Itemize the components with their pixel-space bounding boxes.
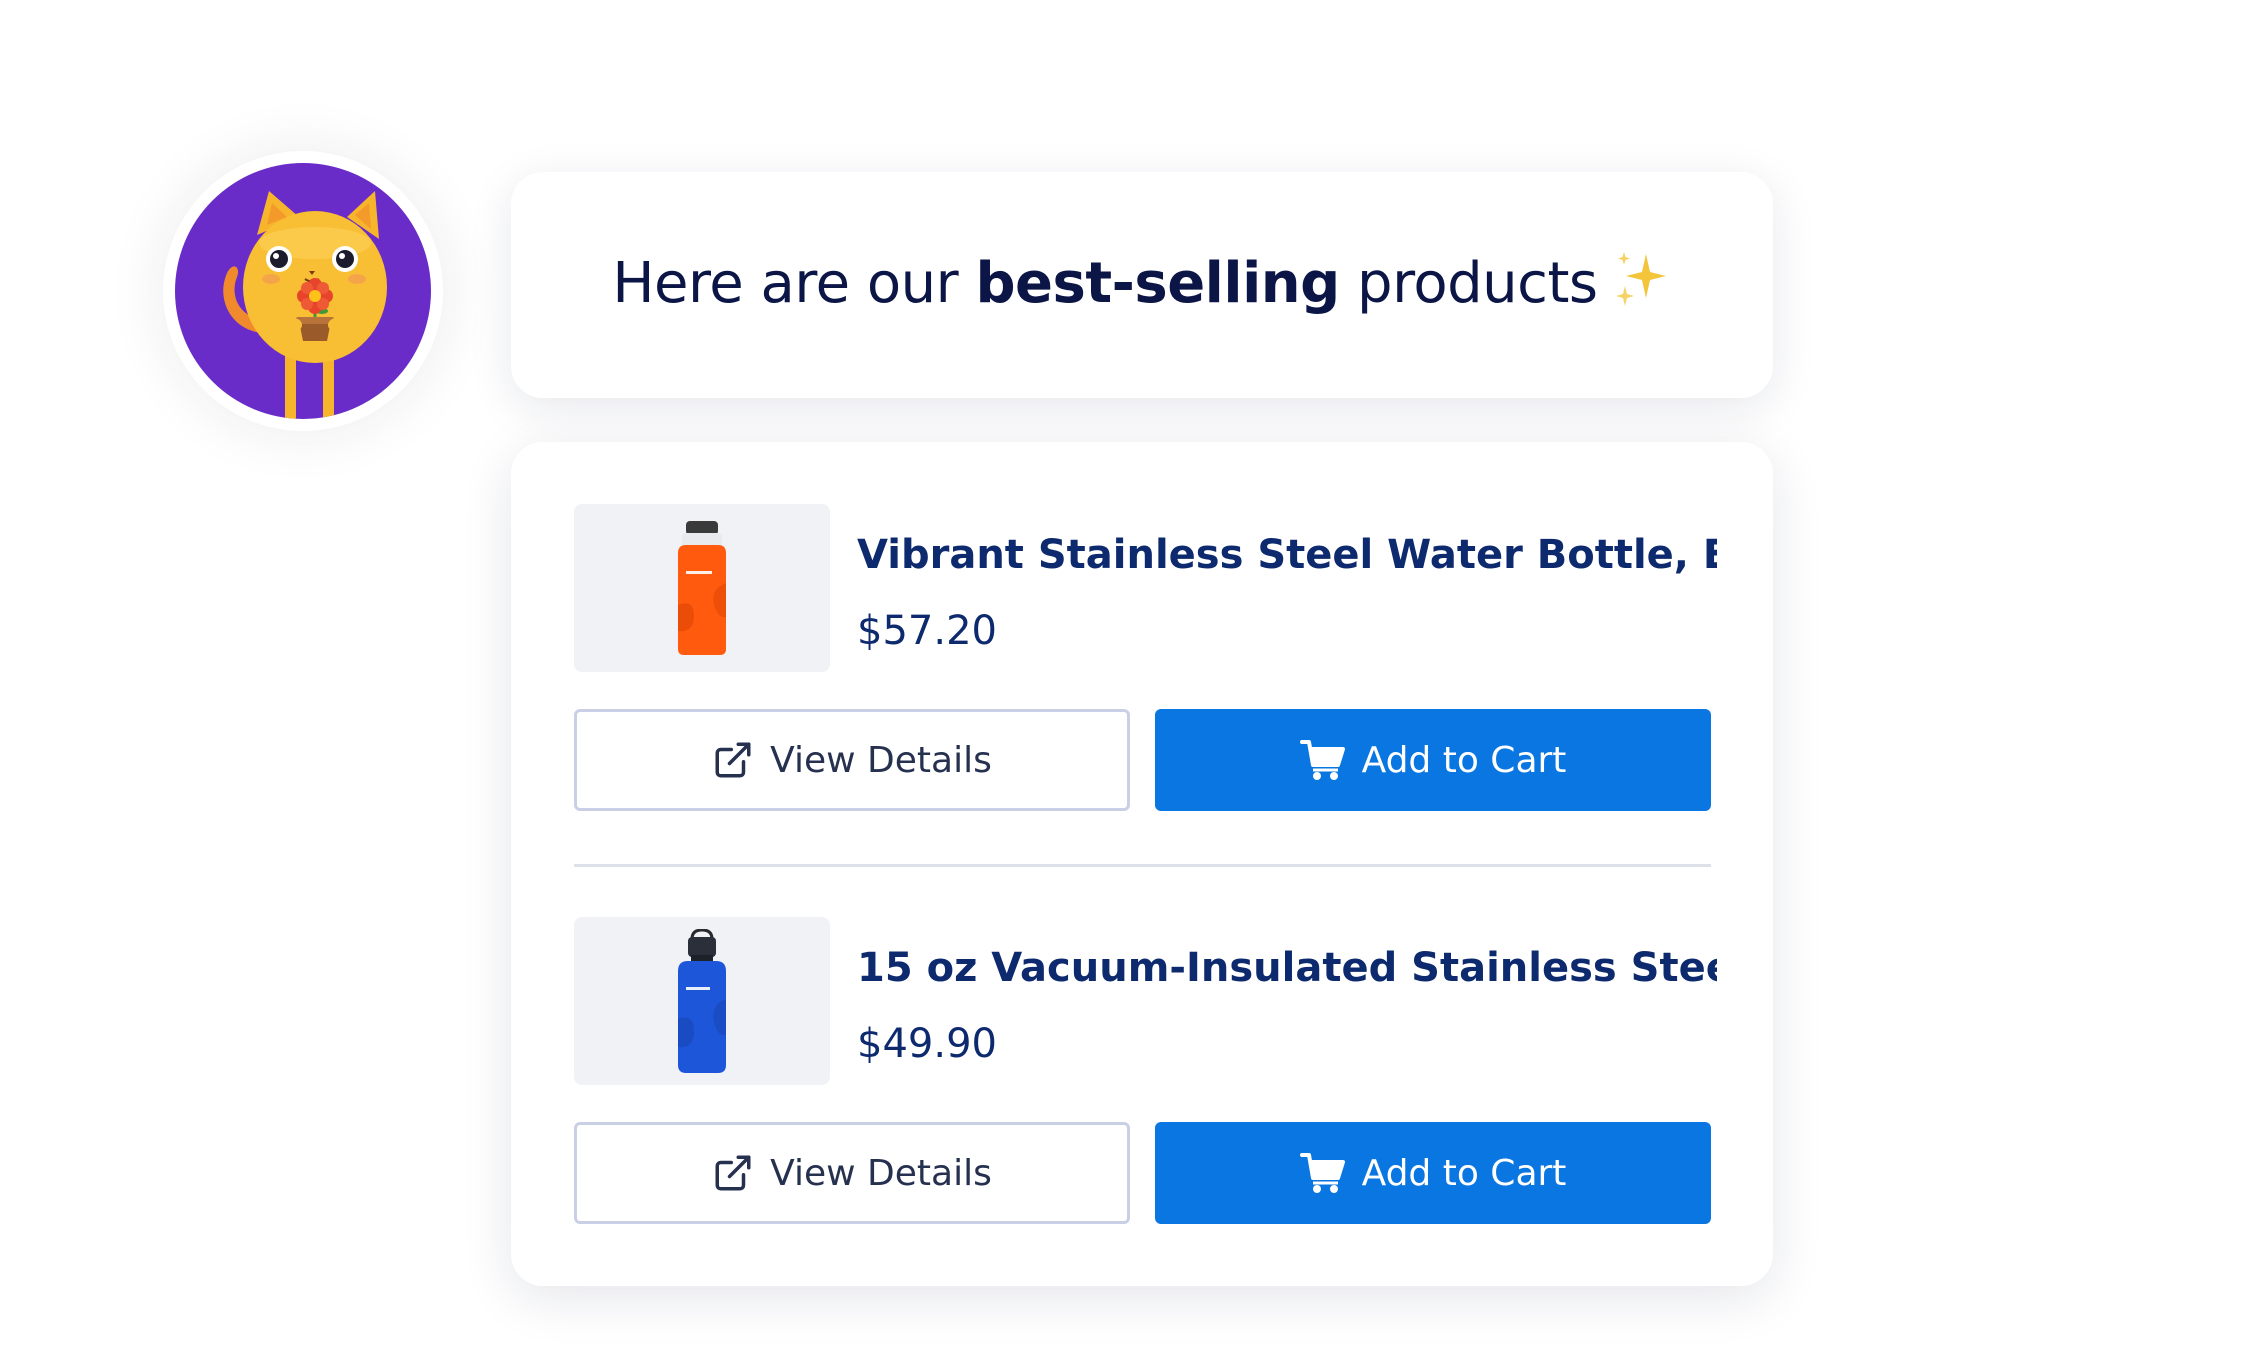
external-link-icon: [712, 739, 754, 781]
product-title[interactable]: Vibrant Stainless Steel Water Bottle, E.…: [857, 532, 1717, 578]
bot-avatar: [163, 151, 443, 431]
product-image[interactable]: [574, 504, 830, 672]
add-to-cart-button[interactable]: Add to Cart: [1155, 1122, 1711, 1224]
product-divider: [574, 864, 1711, 867]
sparkles-icon: [1612, 248, 1672, 322]
bot-message-text: Here are our best-selling products: [612, 248, 1671, 322]
view-details-label: View Details: [770, 1152, 992, 1194]
product-image[interactable]: [574, 917, 830, 1085]
product-card: Vibrant Stainless Steel Water Bottle, E.…: [511, 442, 1773, 1286]
cart-icon: [1299, 739, 1346, 781]
add-to-cart-label: Add to Cart: [1361, 739, 1567, 781]
add-to-cart-button[interactable]: Add to Cart: [1155, 709, 1711, 811]
add-to-cart-label: Add to Cart: [1361, 1152, 1567, 1194]
message-highlight: best-selling: [975, 251, 1340, 316]
orange-water-bottle-icon: [678, 521, 726, 655]
cat-mascot-holding-flower-icon: [175, 163, 431, 419]
view-details-button[interactable]: View Details: [574, 1122, 1130, 1224]
product-price: $57.20: [857, 608, 997, 654]
message-suffix: products: [1339, 251, 1598, 316]
product-price: $49.90: [857, 1021, 997, 1067]
product-title[interactable]: 15 oz Vacuum-Insulated Stainless Steel..…: [857, 945, 1717, 991]
external-link-icon: [712, 1152, 754, 1194]
view-details-label: View Details: [770, 739, 992, 781]
blue-water-bottle-icon: [678, 929, 726, 1073]
bot-message-bubble: Here are our best-selling products: [511, 172, 1773, 398]
chat-stage: Here are our best-selling products Vibra…: [0, 0, 2256, 1360]
cart-icon: [1299, 1152, 1346, 1194]
message-prefix: Here are our: [612, 251, 976, 316]
view-details-button[interactable]: View Details: [574, 709, 1130, 811]
